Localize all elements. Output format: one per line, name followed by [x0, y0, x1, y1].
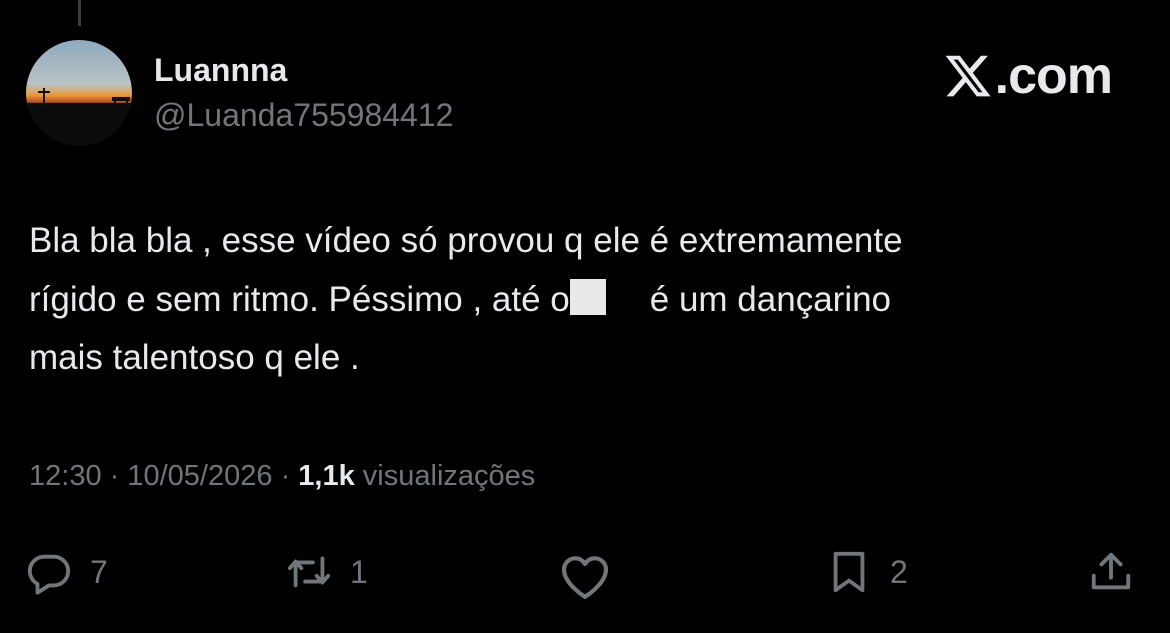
tweet-line: mais talentoso q ele . — [29, 338, 360, 377]
tweet-time[interactable]: 12:30 — [29, 460, 102, 492]
action-bar: 7 1 2 — [0, 545, 1170, 605]
tweet-line: Bla bla bla , esse vídeo só provou q ele… — [29, 221, 903, 260]
x-com-watermark: .com — [943, 46, 1113, 106]
repost-icon — [287, 556, 331, 588]
tweet-line: rígido e sem ritmo. Péssimo , até o é um … — [29, 271, 1139, 330]
views-count[interactable]: 1,1k — [298, 460, 354, 492]
repost-button[interactable]: 1 — [286, 549, 368, 595]
reply-icon — [27, 554, 71, 595]
tweet-metadata: 12:30 · 10/05/2026 · 1,1k visualizações — [29, 460, 535, 493]
bookmark-count: 2 — [890, 553, 908, 590]
meta-separator: · — [101, 460, 128, 492]
share-button[interactable] — [1088, 549, 1134, 595]
tweet-date[interactable]: 10/05/2026 — [127, 460, 272, 492]
meta-separator: · — [272, 460, 299, 492]
tweet-text: Bla bla bla , esse vídeo só provou q ele… — [29, 212, 1139, 388]
watermark-domain: .com — [994, 47, 1113, 105]
author-name[interactable]: Luannna — [154, 52, 287, 89]
tweet-line-part: é um dançarino — [649, 279, 892, 319]
reply-button[interactable]: 7 — [26, 549, 108, 595]
reply-count: 7 — [90, 553, 108, 590]
views-label: visualizações — [354, 460, 536, 492]
bookmark-button[interactable]: 2 — [826, 549, 908, 595]
like-icon — [561, 556, 609, 599]
tweet-line-part: rígido e sem ritmo. Péssimo , até o — [29, 279, 570, 319]
thread-connector-line — [78, 0, 81, 26]
bookmark-icon — [833, 551, 865, 593]
repost-count: 1 — [350, 553, 368, 590]
x-logo-icon — [945, 55, 991, 97]
avatar-sunset-image — [26, 40, 132, 146]
avatar[interactable] — [26, 40, 132, 146]
author-handle[interactable]: @Luanda755984412 — [154, 97, 453, 134]
like-button[interactable] — [557, 549, 613, 605]
share-icon — [1091, 552, 1131, 590]
redaction-box — [569, 278, 606, 315]
